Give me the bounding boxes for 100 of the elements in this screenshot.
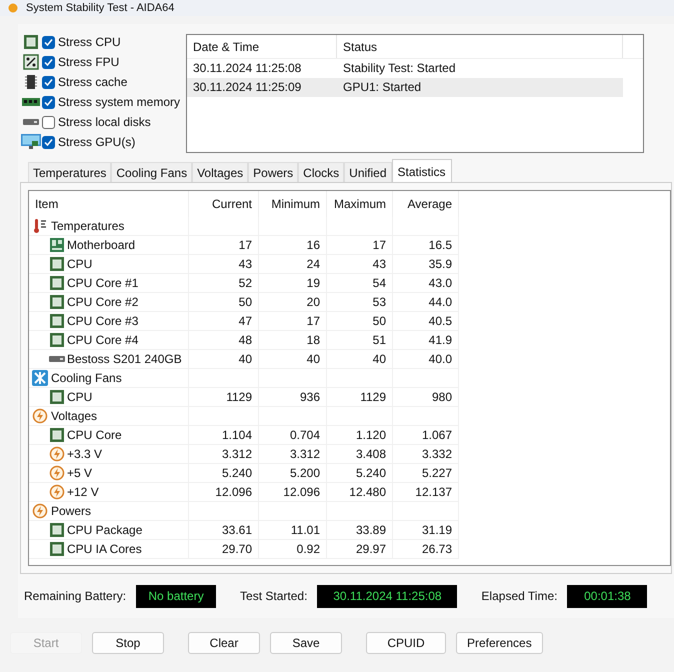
log-time: 30.11.2024 11:25:09 — [192, 79, 302, 96]
sensor-label: CPU — [67, 256, 92, 273]
column-header[interactable]: Minimum — [259, 191, 327, 217]
checkbox[interactable] — [42, 136, 55, 148]
lightning-bolt-icon — [32, 408, 48, 424]
column-header[interactable]: Status — [337, 35, 623, 58]
sensor-label: CPU Core #1 — [67, 275, 138, 292]
table-cell-text: 5.200 — [290, 465, 320, 482]
column-header[interactable]: Date & Time — [187, 35, 337, 58]
column-header[interactable]: Current — [189, 191, 259, 217]
monitor-icon — [21, 134, 41, 150]
sensor-label: CPU Package — [67, 522, 142, 539]
action-button[interactable]: Stop — [92, 632, 164, 654]
tab[interactable]: Cooling Fans — [111, 162, 192, 183]
table-cell-text: 40.5 — [428, 313, 452, 330]
action-button[interactable]: Preferences — [456, 632, 543, 654]
table-cell-text: 16 — [306, 237, 320, 254]
column-header[interactable]: Item — [29, 191, 189, 217]
table-cell-text: 12.096 — [283, 484, 320, 501]
sensor-label: +5 V — [67, 465, 92, 482]
sensor-label: CPU Core — [67, 427, 122, 444]
table-cell-text: 19 — [306, 275, 320, 292]
checkbox[interactable] — [42, 96, 55, 108]
table-cell-text: 12.480 — [349, 484, 386, 501]
group-label: Temperatures — [51, 218, 124, 235]
table-cell-text: 17 — [306, 313, 320, 330]
chip-icon — [23, 34, 39, 50]
table-cell-text: 52 — [238, 275, 252, 292]
tab[interactable]: Statistics — [392, 159, 452, 183]
log-status: GPU1: Started — [342, 79, 422, 96]
table-cell-text: 33.61 — [222, 522, 252, 539]
chip-icon — [49, 294, 65, 310]
group-label: Cooling Fans — [51, 370, 122, 387]
hard-drive-icon — [23, 118, 39, 126]
table-cell-text: 51 — [372, 332, 386, 349]
action-button[interactable]: Clear — [188, 632, 260, 654]
log-time: 30.11.2024 11:25:08 — [192, 60, 302, 77]
sensor-label: +3.3 V — [67, 446, 102, 463]
checkbox[interactable] — [42, 116, 55, 128]
checkbox-label: Stress cache — [58, 74, 128, 91]
tab[interactable]: Voltages — [192, 162, 248, 183]
table-cell-text: 936 — [300, 389, 320, 406]
table-cell-text: 29.70 — [222, 541, 252, 558]
table-cell-text: 11.01 — [290, 522, 320, 539]
table-cell-text: 44.0 — [428, 294, 452, 311]
table-cell-text: 1129 — [226, 389, 252, 406]
lightning-bolt-icon — [49, 446, 65, 462]
tab[interactable]: Unified — [344, 162, 392, 183]
hard-drive-icon — [49, 355, 65, 363]
chip-icon — [49, 522, 65, 538]
checkmark-icon — [44, 138, 53, 146]
table-cell-text: 48 — [238, 332, 252, 349]
table-cell-text: 5.240 — [356, 465, 386, 482]
log-row[interactable]: 30.11.2024 11:25:08 Stability Test: Started — [187, 59, 623, 78]
tab[interactable]: Clocks — [298, 162, 344, 183]
table-cell-text: 43 — [372, 256, 386, 273]
action-button[interactable]: CPUID — [366, 632, 446, 654]
checkbox-label: Stress GPU(s) — [58, 134, 136, 151]
table-cell-text: 40 — [306, 351, 320, 368]
checkbox[interactable] — [42, 36, 55, 48]
log-row[interactable]: 30.11.2024 11:25:09 GPU1: Started — [187, 78, 623, 97]
checkbox[interactable] — [42, 56, 55, 68]
table-cell-text: 26.73 — [422, 541, 452, 558]
table-cell-text: 24 — [306, 256, 320, 273]
column-header[interactable]: Average — [393, 191, 459, 217]
status-readout: 00:01:38 — [567, 584, 648, 608]
column-header[interactable]: Maximum — [327, 191, 393, 217]
status-label: Elapsed Time: — [481, 588, 558, 605]
sensor-label: CPU Core #4 — [67, 332, 138, 349]
lightning-bolt-icon — [49, 465, 65, 481]
sensor-label: Motherboard — [67, 237, 136, 254]
thermometer-icon — [32, 218, 48, 234]
table-cell-text: 41.9 — [428, 332, 452, 349]
table-cell-text: 12.096 — [215, 484, 252, 501]
table-cell-text: 5.240 — [222, 465, 252, 482]
table-cell-text: 53 — [372, 294, 386, 311]
tab[interactable]: Temperatures — [28, 162, 112, 183]
memory-chip-icon — [23, 74, 39, 90]
status-label: Remaining Battery: — [24, 588, 126, 605]
checkbox-label: Stress system memory — [58, 94, 180, 111]
table-cell-text: 31.19 — [422, 522, 452, 539]
table-cell-text: 980 — [432, 389, 452, 406]
chip-icon — [49, 389, 65, 405]
lightning-bolt-icon — [49, 484, 65, 500]
action-button[interactable]: Save — [270, 632, 342, 654]
checkmark-icon — [44, 98, 53, 106]
table-cell-text: 47 — [238, 313, 252, 330]
table-cell-text: 54 — [372, 275, 386, 292]
chip-icon — [49, 332, 65, 348]
status-label: Test Started: — [240, 588, 308, 605]
table-cell-text: 50 — [238, 294, 252, 311]
table-cell-text: 43 — [238, 256, 252, 273]
tab[interactable]: Powers — [248, 162, 298, 183]
sensor-label: +12 V — [67, 484, 99, 501]
chip-icon — [49, 275, 65, 291]
table-cell-text: 5.227 — [422, 465, 452, 482]
table-cell-text: 29.97 — [356, 541, 386, 558]
checkbox[interactable] — [42, 76, 55, 88]
checkbox-label: Stress CPU — [58, 34, 121, 51]
sensor-label: CPU — [67, 389, 92, 406]
